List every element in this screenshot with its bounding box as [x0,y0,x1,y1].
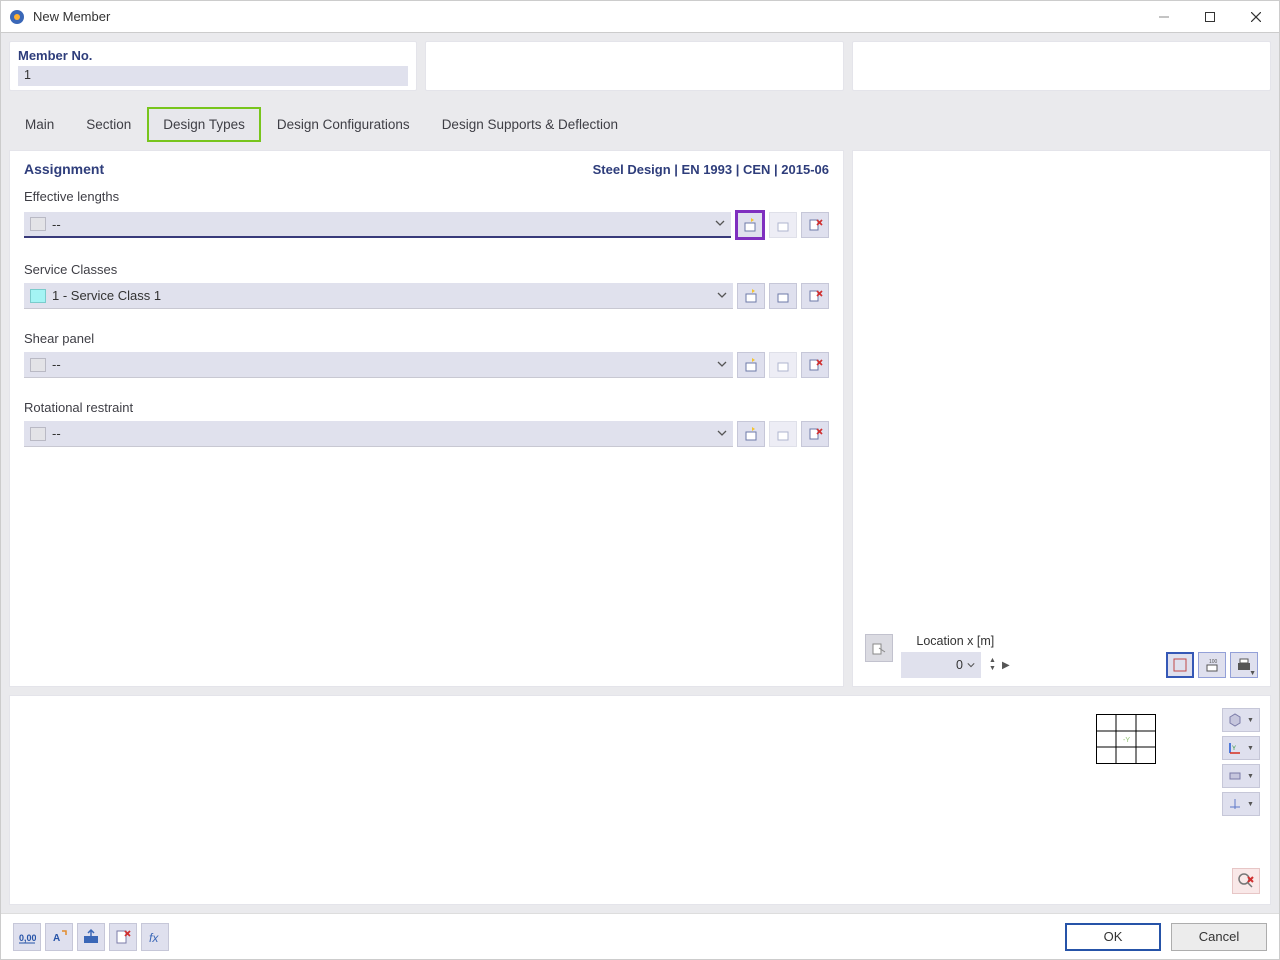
units-icon-button[interactable]: 0,00 [13,923,41,951]
tab-design-supports-deflection[interactable]: Design Supports & Deflection [426,107,634,142]
edit-icon-button[interactable] [769,421,797,447]
create-new-icon-button[interactable] [737,421,765,447]
delete-icon-button[interactable] [109,923,137,951]
chevron-down-icon [717,289,727,303]
window-close-button[interactable] [1233,1,1279,33]
delete-assign-icon-button[interactable] [801,283,829,309]
design-standard-label: Steel Design | EN 1993 | CEN | 2015-06 [593,162,829,177]
shear-panel-dropdown[interactable]: -- [24,352,733,378]
top-blank-panel-1 [425,41,844,91]
delete-assign-icon-button[interactable] [801,212,829,238]
rotational-restraint-label: Rotational restraint [24,400,829,415]
tab-design-configurations[interactable]: Design Configurations [261,107,426,142]
svg-text:0,00: 0,00 [19,933,36,943]
zoom-reset-icon-button[interactable] [1232,868,1260,894]
ok-button[interactable]: OK [1065,923,1161,951]
create-new-icon-button[interactable] [737,352,765,378]
dimensions-icon-button[interactable]: ▼ [1222,792,1260,816]
chevron-down-icon [967,658,975,672]
create-new-icon-button[interactable] [735,210,765,240]
assignment-heading: Assignment [24,161,104,177]
svg-text:A: A [53,933,60,944]
grid-icon: -Y [1096,714,1156,767]
print-icon-button[interactable]: ▼ [1230,652,1258,678]
svg-text:Y: Y [1232,746,1236,752]
edit-icon-button[interactable] [769,352,797,378]
cross-section-preview: -Y ▼ Y▼ ▼ ▼ [9,695,1271,905]
delete-assign-icon-button[interactable] [801,421,829,447]
chevron-down-icon [715,217,725,231]
member-number-label: Member No. [18,48,408,63]
edit-icon-button[interactable] [769,283,797,309]
location-x-value[interactable]: 0 [901,652,981,678]
location-x-label: Location x [m] [901,634,1010,648]
support-icon-button[interactable]: ▼ [1222,764,1260,788]
rotational-restraint-dropdown[interactable]: -- [24,421,733,447]
swatch-icon [30,217,46,231]
chevron-down-icon [717,427,727,441]
export-icon-button[interactable] [77,923,105,951]
title-bar: New Member [1,1,1279,33]
dialog-footer: 0,00 A fx OK Cancel [1,913,1279,959]
view-scale-icon-button[interactable]: 100 [1198,652,1226,678]
play-icon[interactable]: ▶ [1002,660,1010,671]
svg-text:-Y: -Y [1123,737,1130,744]
tab-main[interactable]: Main [9,107,70,142]
effective-lengths-dropdown[interactable]: -- [24,212,731,238]
assignment-panel: Assignment Steel Design | EN 1993 | CEN … [9,150,844,687]
shear-panel-label: Shear panel [24,331,829,346]
create-new-icon-button[interactable] [737,283,765,309]
window-maximize-button[interactable] [1187,1,1233,33]
view-member-icon-button[interactable] [1166,652,1194,678]
swatch-icon [30,358,46,372]
delete-assign-icon-button[interactable] [801,352,829,378]
svg-text:fx: fx [149,931,159,945]
effective-lengths-label: Effective lengths [24,189,829,204]
location-stepper[interactable]: ▲▼ [989,657,996,673]
tab-design-types[interactable]: Design Types [147,107,261,142]
preview-panel: Location x [m] 0 ▲▼ ▶ [852,150,1271,687]
top-blank-panel-2 [852,41,1271,91]
member-number-panel: Member No. 1 [9,41,417,91]
edit-icon-button[interactable] [769,212,797,238]
cancel-button[interactable]: Cancel [1171,923,1267,951]
service-classes-dropdown[interactable]: 1 - Service Class 1 [24,283,733,309]
member-number-field[interactable]: 1 [18,66,408,86]
annotation-icon-button[interactable]: A [45,923,73,951]
chevron-down-icon [717,358,727,372]
tab-section[interactable]: Section [70,107,147,142]
app-icon [9,9,25,25]
window-minimize-button[interactable] [1141,1,1187,33]
axes-icon-button[interactable]: Y▼ [1222,736,1260,760]
swatch-icon [30,427,46,441]
svg-text:100: 100 [1209,659,1218,665]
tab-bar: Main Section Design Types Design Configu… [9,107,1271,142]
pick-member-icon-button[interactable] [865,634,893,662]
function-icon-button[interactable]: fx [141,923,169,951]
window-title: New Member [33,9,110,24]
service-classes-label: Service Classes [24,262,829,277]
swatch-icon [30,289,46,303]
render-mode-icon-button[interactable]: ▼ [1222,708,1260,732]
